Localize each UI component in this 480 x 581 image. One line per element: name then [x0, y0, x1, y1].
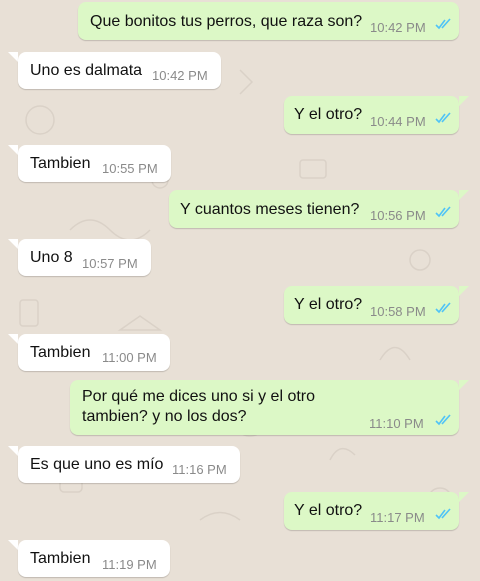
bubble-tail	[8, 239, 18, 249]
read-ticks-icon	[435, 18, 451, 30]
chat-window: Que bonitos tus perros, que raza son? 10…	[0, 0, 480, 581]
bubble-tail	[8, 334, 18, 344]
bubble-tail	[8, 540, 18, 550]
bubble-tail	[459, 492, 469, 502]
bubble-tail	[459, 96, 469, 106]
message-timestamp: 10:58 PM	[370, 304, 426, 319]
bubble-tail	[459, 190, 469, 200]
message-text: Tambien	[30, 155, 91, 172]
read-ticks-icon	[435, 206, 451, 218]
message-text: Es que uno es mío	[30, 456, 164, 473]
message-text-line-1: Por qué me dices uno si y el otro	[82, 388, 316, 405]
message-timestamp: 11:16 PM	[172, 462, 227, 477]
outgoing-message-bubble[interactable]: Y cuantos meses tienen? 10:56 PM	[169, 190, 459, 228]
incoming-message-bubble[interactable]: Es que uno es mío 11:16 PM	[18, 446, 240, 483]
message-text-line-2: tambien? y no los dos?	[82, 408, 247, 425]
outgoing-message-bubble[interactable]: Y el otro? 11:17 PM	[284, 492, 459, 530]
message-timestamp: 11:00 PM	[102, 350, 157, 365]
outgoing-message-bubble[interactable]: Por qué me dices uno si y el otro tambie…	[70, 380, 459, 435]
incoming-message-bubble[interactable]: Uno 8 10:57 PM	[18, 239, 151, 276]
incoming-message-bubble[interactable]: Tambien 10:55 PM	[18, 145, 171, 182]
message-text: Uno es dalmata	[30, 62, 143, 79]
read-ticks-icon	[435, 508, 451, 520]
message-timestamp: 10:44 PM	[370, 114, 426, 129]
message-text: Tambien	[30, 344, 91, 361]
message-timestamp: 11:19 PM	[102, 557, 157, 572]
incoming-message-bubble[interactable]: Tambien 11:19 PM	[18, 540, 170, 577]
read-ticks-icon	[435, 414, 451, 426]
message-text: Y cuantos meses tienen?	[180, 201, 360, 218]
outgoing-message-bubble[interactable]: Que bonitos tus perros, que raza son? 10…	[78, 2, 459, 40]
incoming-message-bubble[interactable]: Uno es dalmata 10:42 PM	[18, 52, 221, 89]
message-text: Y el otro?	[294, 106, 363, 123]
bubble-tail	[8, 52, 18, 62]
message-timestamp: 10:42 PM	[152, 68, 208, 83]
message-timestamp: 10:42 PM	[370, 20, 426, 35]
message-timestamp: 10:56 PM	[370, 208, 426, 223]
message-text: Tambien	[30, 550, 91, 567]
message-timestamp: 10:55 PM	[102, 161, 158, 176]
message-timestamp: 11:17 PM	[370, 510, 425, 525]
message-text: Que bonitos tus perros, que raza son?	[90, 13, 363, 30]
message-timestamp: 10:57 PM	[82, 256, 138, 271]
bubble-tail	[459, 286, 469, 296]
read-ticks-icon	[435, 302, 451, 314]
message-text: Y el otro?	[294, 296, 363, 313]
bubble-tail	[8, 446, 18, 456]
bubble-tail	[8, 145, 18, 155]
message-timestamp: 11:10 PM	[369, 416, 424, 431]
bubble-tail	[459, 380, 469, 390]
read-ticks-icon	[435, 112, 451, 124]
outgoing-message-bubble[interactable]: Y el otro? 10:44 PM	[284, 96, 459, 134]
outgoing-message-bubble[interactable]: Y el otro? 10:58 PM	[284, 286, 459, 324]
incoming-message-bubble[interactable]: Tambien 11:00 PM	[18, 334, 170, 371]
message-text: Y el otro?	[294, 502, 363, 519]
message-text: Uno 8	[30, 249, 73, 266]
